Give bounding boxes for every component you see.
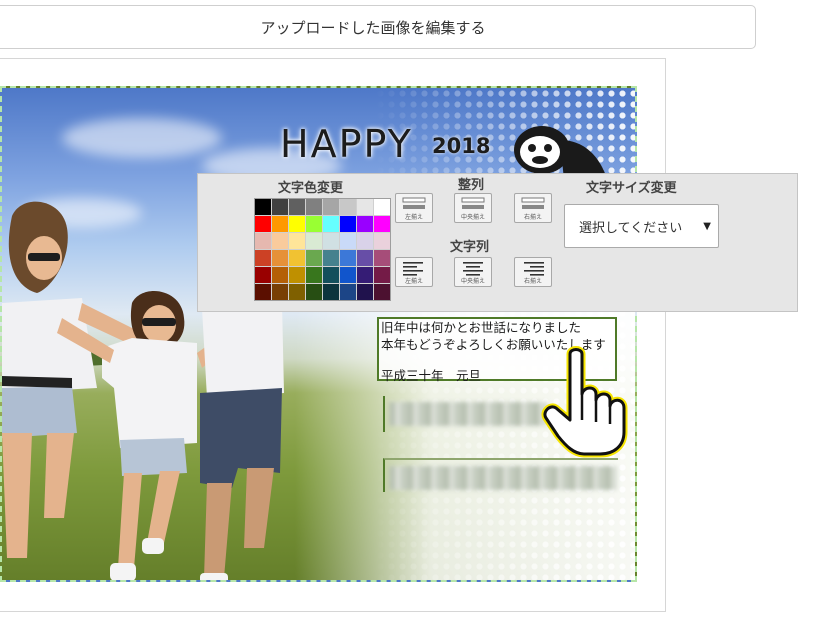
color-swatch[interactable] [340,233,356,249]
align-center-icon [461,197,485,209]
color-swatch[interactable] [272,284,288,300]
blurred-name-field[interactable] [383,458,618,492]
color-swatch[interactable] [272,267,288,283]
text-align-right-label: 右揃え [523,278,542,285]
color-swatch[interactable] [340,250,356,266]
color-swatch[interactable] [272,233,288,249]
color-swatch[interactable] [374,216,390,232]
align-right-icon [521,197,545,209]
text-align-center-label: 中央揃え [460,278,485,285]
font-size-select-value: 選択してください [579,220,683,236]
color-swatch[interactable] [289,216,305,232]
color-swatch[interactable] [272,199,288,215]
color-swatch[interactable] [374,233,390,249]
color-swatch[interactable] [306,199,322,215]
align-left-button[interactable]: 左揃え [395,193,433,223]
year-text: 2018 [432,134,491,158]
text-align-left-label: 左揃え [404,278,423,285]
align-center-button[interactable]: 中央揃え [454,193,492,223]
color-swatch[interactable] [289,267,305,283]
color-swatch[interactable] [374,284,390,300]
color-swatch[interactable] [374,267,390,283]
color-swatch[interactable] [255,267,271,283]
color-swatch[interactable] [255,216,271,232]
color-swatch[interactable] [255,250,271,266]
color-swatch[interactable] [272,250,288,266]
text-align-left-button[interactable]: 左揃え [395,257,433,287]
color-swatch[interactable] [306,216,322,232]
font-size-title: 文字サイズ変更 [586,181,677,196]
color-swatch[interactable] [306,284,322,300]
align-title: 整列 [458,178,485,193]
color-swatch[interactable] [323,216,339,232]
align-center-label: 中央揃え [460,214,485,221]
color-swatch[interactable] [272,216,288,232]
color-swatch[interactable] [255,284,271,300]
hand-pointer-icon [541,346,628,458]
page-title: アップロードした画像を編集する [260,18,486,37]
color-swatch[interactable] [306,250,322,266]
color-swatch[interactable] [323,233,339,249]
color-swatch[interactable] [340,267,356,283]
edit-image-title-bar[interactable]: アップロードした画像を編集する [0,5,756,49]
color-swatch[interactable] [323,250,339,266]
align-right-button[interactable]: 右揃え [514,193,552,223]
color-swatch[interactable] [340,284,356,300]
text-edit-toolbar: 文字色変更 整列 左揃え 中央揃え 右揃え 文字列 左揃え 中央揃え 右揃え 文… [197,173,798,312]
color-swatch[interactable] [323,284,339,300]
greeting-line-1: 旧年中は何かとお世話になりました [381,320,582,335]
color-swatch[interactable] [255,233,271,249]
happy-heading: HAPPY [280,122,413,166]
font-size-select[interactable]: 選択してください ▼ [564,204,719,248]
color-swatch[interactable] [289,284,305,300]
color-swatch[interactable] [374,199,390,215]
color-swatch[interactable] [357,199,373,215]
text-align-center-button[interactable]: 中央揃え [454,257,492,287]
blurred-address-field[interactable] [383,396,548,432]
align-right-label: 右揃え [523,214,542,221]
color-swatch[interactable] [323,199,339,215]
color-swatch[interactable] [306,267,322,283]
color-swatch[interactable] [357,233,373,249]
color-swatch[interactable] [289,250,305,266]
color-swatch[interactable] [357,284,373,300]
color-swatch[interactable] [306,233,322,249]
color-swatch[interactable] [340,216,356,232]
color-swatch[interactable] [323,267,339,283]
color-palette [254,198,391,301]
color-swatch[interactable] [255,199,271,215]
color-swatch[interactable] [289,199,305,215]
text-column-title: 文字列 [450,240,490,255]
align-left-label: 左揃え [404,214,423,221]
caret-down-icon: ▼ [703,221,711,232]
color-swatch[interactable] [289,233,305,249]
text-align-right-button[interactable]: 右揃え [514,257,552,287]
color-swatch[interactable] [357,250,373,266]
text-color-title: 文字色変更 [278,181,344,196]
color-swatch[interactable] [374,250,390,266]
color-swatch[interactable] [340,199,356,215]
align-left-icon [402,197,426,209]
color-swatch[interactable] [357,267,373,283]
color-swatch[interactable] [357,216,373,232]
